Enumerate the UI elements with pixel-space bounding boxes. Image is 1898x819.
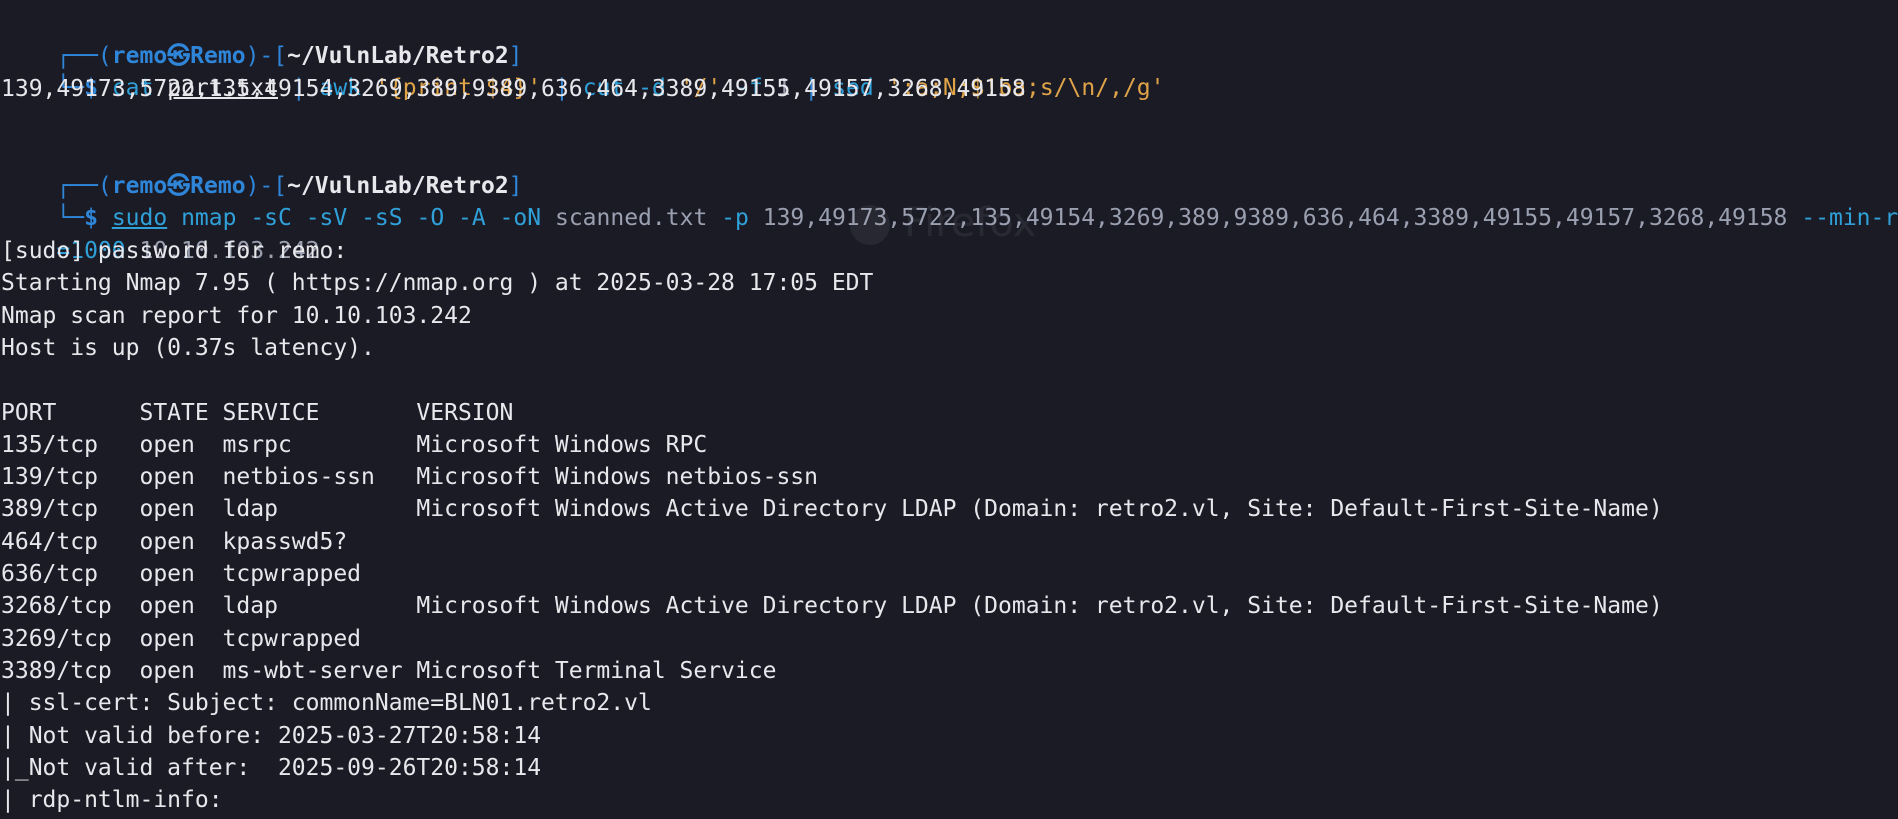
terminal-window[interactable]: Firefox ┌──(remo㉿Remo)-[~/VulnLab/Retro2…	[0, 0, 1898, 819]
output-line: Nmap scan report for 10.10.103.242	[1, 302, 472, 329]
prompt-line-1: ┌──(remo㉿Remo)-[~/VulnLab/Retro2]	[56, 43, 523, 69]
output-line: | rdp-ntlm-info:	[1, 787, 223, 814]
command-line-2-wrap: =1000 10.10.103.242	[56, 238, 320, 264]
output-line: 139/tcp open netbios-ssn Microsoft Windo…	[1, 464, 818, 491]
output-line: | Not valid before: 2025-03-27T20:58:14	[1, 722, 542, 749]
output-line: | ssl-cert: Subject: commonName=BLN01.re…	[1, 690, 652, 717]
output-line: Host is up (0.37s latency).	[1, 334, 375, 361]
output-line: 3268/tcp open ldap Microsoft Windows Act…	[1, 593, 1663, 620]
output-line: Starting Nmap 7.95 ( https://nmap.org ) …	[1, 270, 874, 297]
output-line: 135/tcp open msrpc Microsoft Windows RPC	[1, 431, 708, 458]
output-line: 389/tcp open ldap Microsoft Windows Acti…	[1, 496, 1663, 523]
output-line: 3389/tcp open ms-wbt-server Microsoft Te…	[1, 657, 777, 684]
command-line-2[interactable]: └─$ sudo nmap -sC -sV -sS -O -A -oN scan…	[1, 170, 1898, 231]
output-line: [sudo] password for remo:	[1, 238, 348, 264]
output-line: 464/tcp open kpasswd5?	[1, 528, 348, 555]
output-line: PORT STATE SERVICE VERSION	[1, 399, 514, 426]
output-line: 636/tcp open tcpwrapped	[1, 561, 362, 587]
output-port-list: 139,49173,5722,135,49154,3269,389,9389,6…	[1, 76, 1026, 102]
command-line-1[interactable]: └─$ cat port.txt | awk '{print $4}' | cu…	[1, 40, 1164, 101]
output-line: 3269/tcp open tcpwrapped	[1, 625, 362, 652]
output-line: |_Not valid after: 2025-09-26T20:58:14	[1, 754, 542, 781]
prompt-line-2: ┌──(remo㉿Remo)-[~/VulnLab/Retro2]	[56, 173, 523, 199]
